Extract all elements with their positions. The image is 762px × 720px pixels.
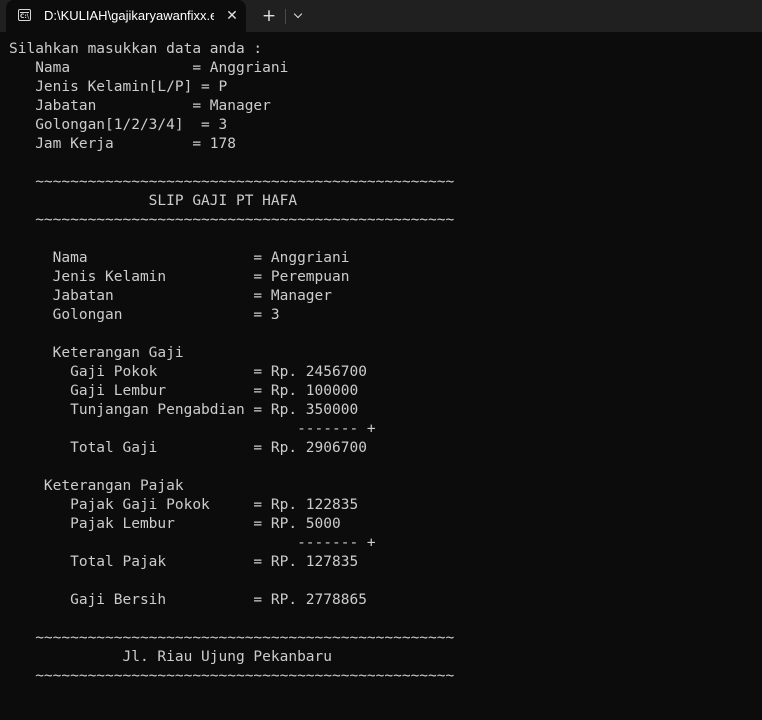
console-line: Keterangan Pajak <box>9 478 184 494</box>
chevron-down-icon[interactable] <box>288 6 308 26</box>
console-line: Jabatan = Manager <box>9 98 271 114</box>
terminal-tab[interactable]: C:\ D:\KULIAH\gajikaryawanfixx.exe ✕ <box>6 0 246 32</box>
console-output[interactable]: Silahkan masukkan data anda : Nama = Ang… <box>0 40 762 720</box>
console-line: Nama = Anggriani <box>9 60 289 76</box>
console-line: Keterangan Gaji <box>9 345 184 361</box>
console-line: Gaji Bersih = RP. 2778865 <box>9 592 367 608</box>
console-line: ~~~~~~~~~~~~~~~~~~~~~~~~~~~~~~~~~~~~~~~~… <box>9 668 455 684</box>
console-line: ------- + <box>9 535 376 551</box>
console-line: ------- + <box>9 421 376 437</box>
close-icon[interactable]: ✕ <box>222 6 242 26</box>
console-line: Pajak Gaji Pokok = Rp. 122835 <box>9 497 359 513</box>
console-line: Silahkan masukkan data anda : <box>9 41 263 57</box>
console-line: ~~~~~~~~~~~~~~~~~~~~~~~~~~~~~~~~~~~~~~~~… <box>9 174 455 190</box>
console-line: Jam Kerja = 178 <box>9 136 236 152</box>
console-line: Tunjangan Pengabdian = Rp. 350000 <box>9 402 359 418</box>
new-tab-button[interactable]: + <box>258 6 280 26</box>
console-line: Golongan[1/2/3/4] = 3 <box>9 117 228 133</box>
console-icon-glyph: C:\ <box>20 13 29 20</box>
divider <box>285 9 286 24</box>
console-line: Golongan = 3 <box>9 307 280 323</box>
console-line: Jabatan = Manager <box>9 288 333 304</box>
console-line: Nama = Anggriani <box>9 250 350 266</box>
console-line: Jl. Riau Ujung Pekanbaru <box>9 649 333 665</box>
tab-title: D:\KULIAH\gajikaryawanfixx.exe <box>44 8 214 23</box>
console-line: ~~~~~~~~~~~~~~~~~~~~~~~~~~~~~~~~~~~~~~~~… <box>9 630 455 646</box>
title-bar: C:\ D:\KULIAH\gajikaryawanfixx.exe ✕ + <box>0 0 762 32</box>
console-line: Gaji Pokok = Rp. 2456700 <box>9 364 367 380</box>
console-line: ~~~~~~~~~~~~~~~~~~~~~~~~~~~~~~~~~~~~~~~~… <box>9 212 455 228</box>
console-line: SLIP GAJI PT HAFA <box>9 193 298 209</box>
console-line: Total Gaji = Rp. 2906700 <box>9 440 367 456</box>
console-line: Pajak Lembur = RP. 5000 <box>9 516 341 532</box>
console-icon: C:\ <box>18 9 31 21</box>
console-line: Total Pajak = RP. 127835 <box>9 554 359 570</box>
console-line: Gaji Lembur = Rp. 100000 <box>9 383 359 399</box>
console-line: Jenis Kelamin = Perempuan <box>9 269 350 285</box>
console-line: Jenis Kelamin[L/P] = P <box>9 79 228 95</box>
